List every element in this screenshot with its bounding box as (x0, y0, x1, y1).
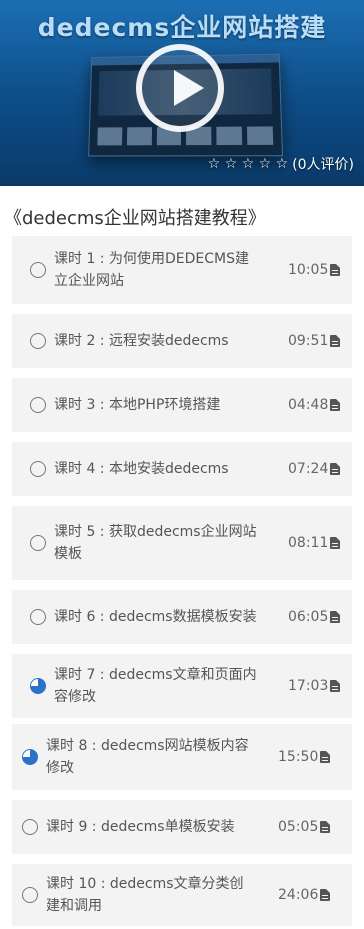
lesson-duration: 04:48 (288, 397, 329, 413)
play-button[interactable] (136, 44, 224, 132)
progress-empty-icon (30, 262, 46, 278)
lesson-duration: 10:05 (288, 262, 329, 278)
lesson-title: 课时 3 : 本地PHP环境搭建 (54, 397, 221, 413)
lesson-duration: 08:11 (288, 535, 329, 551)
lesson-item[interactable]: 课时 2 : 远程安装dedecms 09:51 (12, 314, 352, 368)
lesson-item[interactable]: 课时 8 : dedecms网站模板内容 修改 15:50 (12, 724, 352, 790)
lesson-item[interactable]: 课时 6 : dedecms数据模板安装 06:05 (12, 590, 352, 644)
video-banner-text: dedecms企业网站搭建 (37, 13, 327, 42)
progress-half-icon (30, 678, 46, 694)
progress-empty-icon (30, 333, 46, 349)
document-icon[interactable] (320, 751, 330, 763)
document-icon[interactable] (330, 611, 340, 623)
lesson-duration: 15:50 (278, 749, 319, 765)
lesson-title: 课时 5 : 获取dedecms企业网站 模板 (54, 524, 257, 562)
progress-empty-icon (30, 535, 46, 551)
lesson-duration: 07:24 (288, 461, 329, 477)
lesson-duration: 09:51 (288, 333, 329, 349)
document-icon[interactable] (330, 335, 340, 347)
lesson-title: 课时 2 : 远程安装dedecms (54, 333, 229, 349)
document-icon[interactable] (320, 821, 330, 833)
lesson-item[interactable]: 课时 7 : dedecms文章和页面内 容修改 17:03 (12, 654, 352, 718)
lesson-title: 课时 4 : 本地安装dedecms (54, 461, 229, 477)
rating[interactable]: ☆ ☆ ☆ ☆ ☆ (0人评价) (208, 154, 354, 174)
lesson-item[interactable]: 课时 1 : 为何使用DEDECMS建 立企业网站 10:05 (12, 236, 352, 304)
document-icon[interactable] (320, 889, 330, 901)
lesson-title: 课时 8 : dedecms网站模板内容 修改 (46, 738, 249, 776)
lesson-item[interactable]: 课时 5 : 获取dedecms企业网站 模板 08:11 (12, 506, 352, 580)
lesson-title: 课时 6 : dedecms数据模板安装 (54, 609, 257, 625)
lesson-title: 课时 9 : dedecms单模板安装 (46, 819, 235, 835)
star-icons[interactable]: ☆ ☆ ☆ ☆ ☆ (208, 156, 289, 172)
lesson-item[interactable]: 课时 9 : dedecms单模板安装 05:05 (12, 800, 352, 854)
progress-empty-icon (22, 887, 38, 903)
lesson-duration: 05:05 (278, 819, 319, 835)
lesson-duration: 06:05 (288, 609, 329, 625)
lesson-duration: 24:06 (278, 887, 319, 903)
lesson-item[interactable]: 课时 10 : dedecms文章分类创 建和调用 24:06 (12, 864, 352, 926)
document-icon[interactable] (330, 463, 340, 475)
document-icon[interactable] (330, 537, 340, 549)
progress-empty-icon (30, 609, 46, 625)
lesson-title: 课时 1 : 为何使用DEDECMS建 立企业网站 (54, 251, 249, 289)
lesson-title: 课时 7 : dedecms文章和页面内 容修改 (54, 667, 257, 705)
play-icon (174, 70, 204, 106)
document-icon[interactable] (330, 399, 340, 411)
progress-half-icon (22, 749, 38, 765)
progress-empty-icon (30, 461, 46, 477)
lesson-title: 课时 10 : dedecms文章分类创 建和调用 (46, 876, 244, 914)
progress-empty-icon (22, 819, 38, 835)
lesson-duration: 17:03 (288, 678, 329, 694)
course-title: 《dedecms企业网站搭建教程》 (4, 208, 266, 229)
rating-count: (0人评价) (292, 157, 354, 173)
document-icon[interactable] (330, 264, 340, 276)
lesson-item[interactable]: 课时 4 : 本地安装dedecms 07:24 (12, 442, 352, 496)
video-player[interactable]: dedecms企业网站搭建 ☆ ☆ ☆ ☆ ☆ (0人评价) (0, 0, 364, 186)
lesson-item[interactable]: 课时 3 : 本地PHP环境搭建 04:48 (12, 378, 352, 432)
progress-empty-icon (30, 397, 46, 413)
document-icon[interactable] (330, 680, 340, 692)
